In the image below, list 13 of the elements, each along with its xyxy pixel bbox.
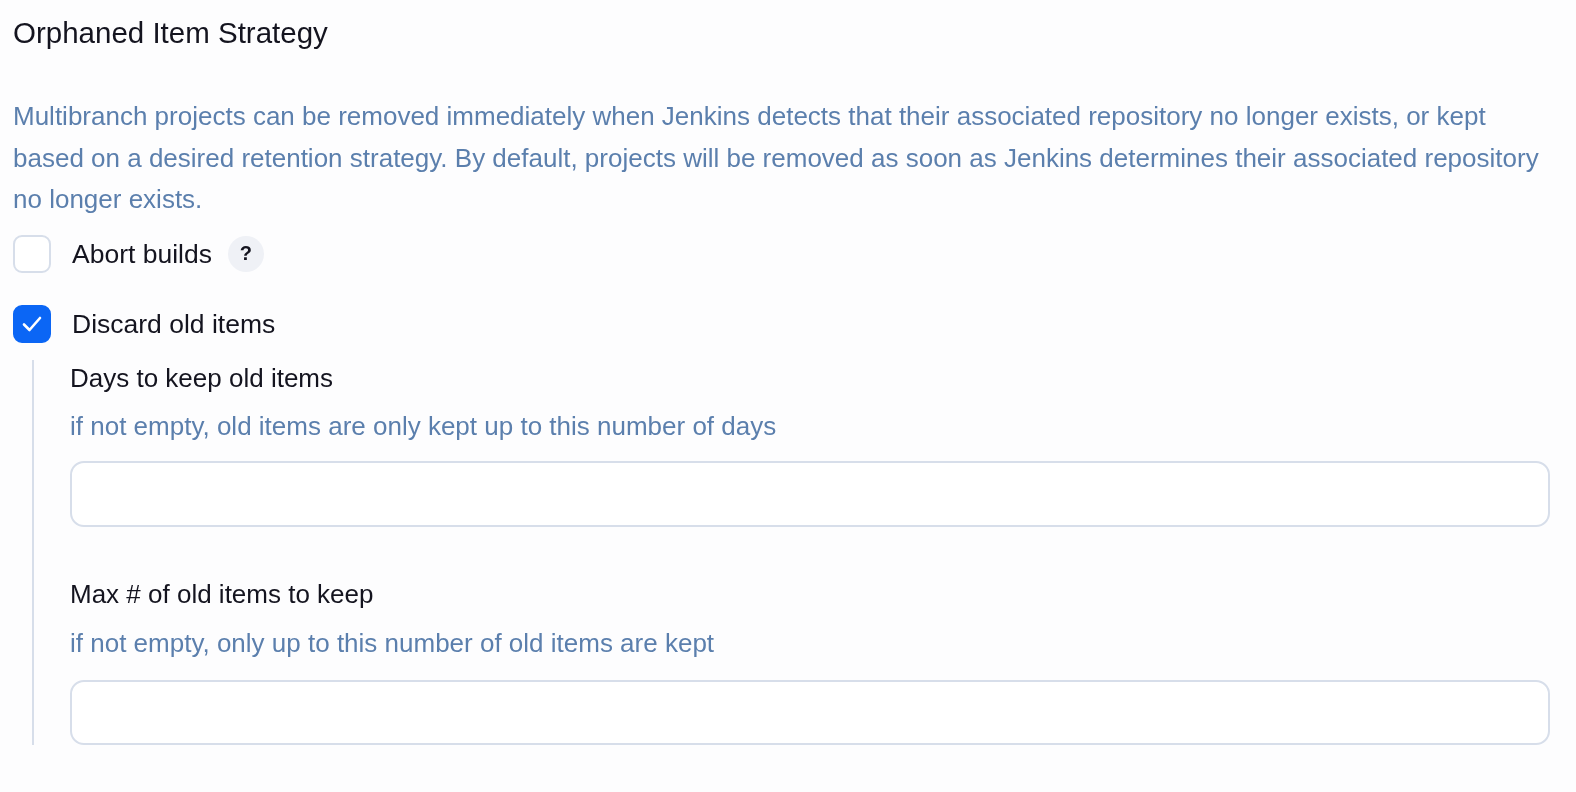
input-field[interactable] xyxy=(70,679,1550,745)
help-button[interactable]: ? xyxy=(227,235,264,272)
checkbox-label: Discard old items xyxy=(72,307,276,340)
field-hint: if not empty, old items are only kept up to this number of days xyxy=(70,410,778,442)
checkbox[interactable] xyxy=(13,304,51,343)
field-label: Days to keep old items xyxy=(70,361,333,394)
description-text: Multibranch projects can be removed immediately when Jenkins detects that their associated repository no longer exists, or kept based on a desired retention strategy. By default, projects will be removed as soon as Jenkins determines their associated repository no longer exists. xyxy=(13,100,1540,216)
field-hint: if not empty, only up to this number of old items are kept xyxy=(70,626,716,659)
field-label: Max # of old items to keep xyxy=(70,578,374,610)
section-title: Orphaned Item Strategy xyxy=(13,15,328,51)
check-icon xyxy=(22,315,42,332)
input-field[interactable] xyxy=(70,461,1550,527)
checkbox-label: Abort builds xyxy=(72,237,212,270)
